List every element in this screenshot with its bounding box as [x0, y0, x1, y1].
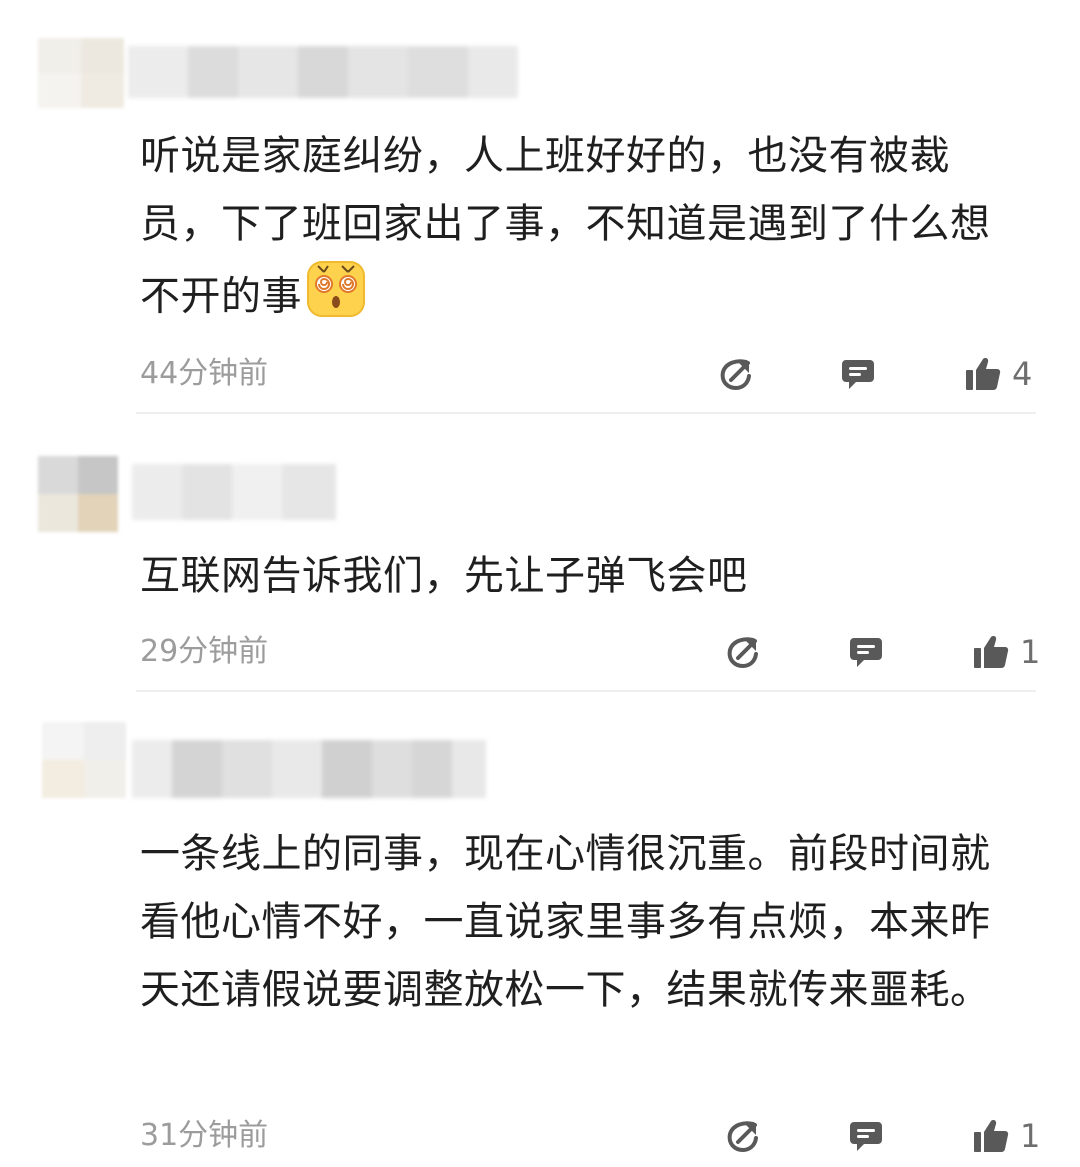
username-blurred[interactable] [132, 740, 486, 798]
divider [136, 412, 1036, 414]
comment-text: 听说是家庭纠纷，人上班好好的，也没有被裁员，下了班回家出了事，不知道是遇到了什么… [140, 122, 1020, 339]
like-button[interactable]: 1 [972, 1116, 1040, 1156]
avatar[interactable] [38, 456, 118, 532]
share-arrow-icon [727, 1121, 758, 1153]
reply-button[interactable] [848, 632, 884, 672]
comment-text: 互联网告诉我们，先让子弹飞会吧 [140, 553, 748, 599]
share-button[interactable] [718, 354, 754, 394]
avatar[interactable] [42, 722, 126, 798]
avatar[interactable] [38, 38, 124, 108]
comment-time: 44分钟前 [140, 356, 269, 391]
comment-meta: 29分钟前 1 [140, 632, 1040, 672]
like-count: 1 [1020, 1117, 1041, 1155]
username-blurred[interactable] [132, 464, 336, 520]
comment-text-content: 听说是家庭纠纷，人上班好好的，也没有被裁员，下了班回家出了事，不知道是遇到了什么… [140, 133, 991, 320]
share-arrow-icon [720, 359, 751, 391]
comment-bubble-icon [842, 360, 874, 389]
thumbs-up-icon [974, 1120, 1009, 1153]
share-button[interactable] [725, 1116, 761, 1156]
comment-time: 31分钟前 [140, 1118, 269, 1153]
username-blurred[interactable] [128, 46, 518, 98]
comment-bubble-icon [850, 638, 882, 667]
like-button[interactable]: 4 [964, 354, 1032, 394]
like-count: 1 [1020, 633, 1041, 671]
comment-bubble-icon [850, 1122, 882, 1151]
reply-button[interactable] [840, 354, 876, 394]
comment-text: 一条线上的同事，现在心情很沉重。前段时间就看他心情不好，一直说家里事多有点烦，本… [140, 831, 991, 1013]
like-button[interactable]: 1 [972, 632, 1040, 672]
thumbs-up-icon [966, 358, 1001, 391]
divider [136, 690, 1036, 692]
dizzy-face-icon [306, 258, 366, 339]
like-count: 4 [1012, 355, 1033, 393]
comment-time: 29分钟前 [140, 634, 269, 669]
share-button[interactable] [725, 632, 761, 672]
comment-meta: 31分钟前 1 [140, 1116, 1040, 1156]
thumbs-up-icon [974, 636, 1009, 669]
reply-button[interactable] [848, 1116, 884, 1156]
comment-meta: 44分钟前 4 [140, 354, 1040, 394]
share-arrow-icon [727, 637, 758, 669]
